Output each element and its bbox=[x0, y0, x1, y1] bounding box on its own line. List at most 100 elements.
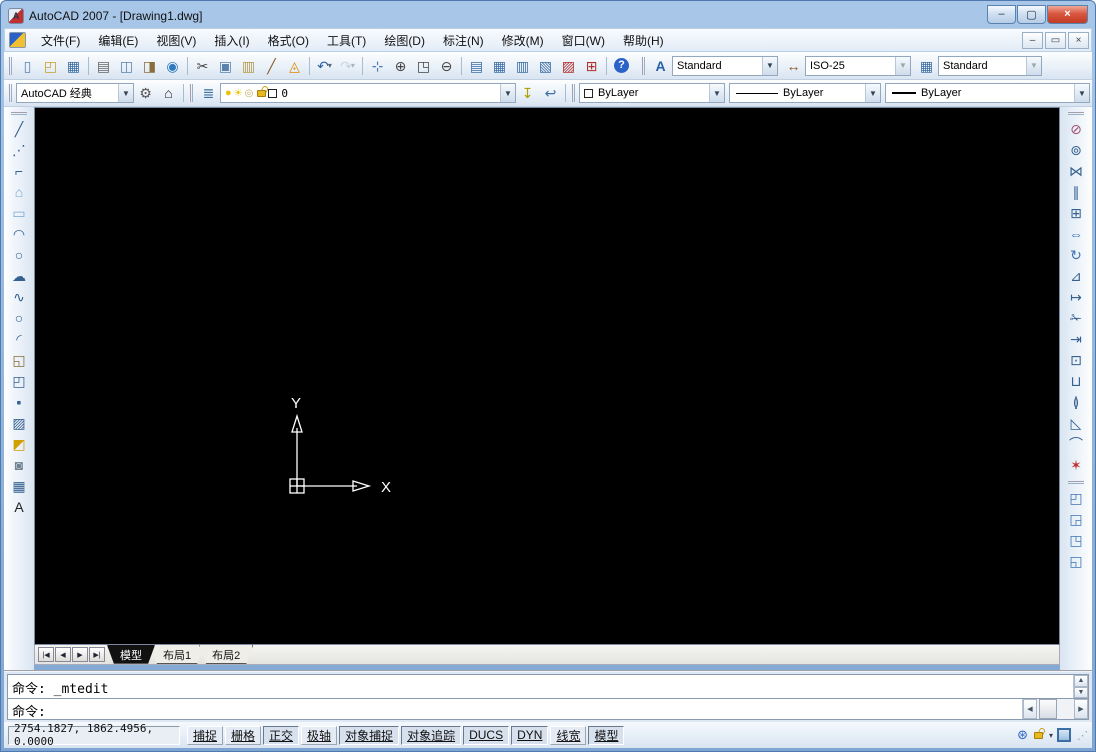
polygon-button[interactable]: ⌂ bbox=[8, 181, 30, 202]
array-button[interactable]: ⊞ bbox=[1065, 202, 1087, 223]
tab-next-button[interactable]: ▶ bbox=[72, 647, 88, 662]
color-combo[interactable]: ByLayer ▼ bbox=[579, 83, 725, 103]
toolbar-grip[interactable] bbox=[189, 84, 193, 102]
scale-button[interactable]: ⊿ bbox=[1065, 265, 1087, 286]
text-style-button[interactable]: A bbox=[649, 55, 672, 77]
polyline-button[interactable]: ⌐ bbox=[8, 160, 30, 181]
menu-help[interactable]: 帮助(H) bbox=[614, 31, 673, 51]
layer-on-icon[interactable]: ● bbox=[225, 87, 232, 99]
tab-prev-button[interactable]: ◀ bbox=[55, 647, 71, 662]
mdi-restore-button[interactable]: ▭ bbox=[1045, 32, 1066, 49]
circle-button[interactable]: ○ bbox=[8, 244, 30, 265]
scroll-up-icon[interactable]: ▲ bbox=[1074, 675, 1088, 687]
tab-first-button[interactable]: |◀ bbox=[38, 647, 54, 662]
tab-layout1[interactable]: 布局1 bbox=[150, 645, 204, 664]
command-input[interactable]: 命令: ◀ ▶ bbox=[7, 699, 1089, 720]
revision-cloud-button[interactable]: ☁ bbox=[8, 265, 30, 286]
toggle-ducs[interactable]: DUCS bbox=[463, 726, 509, 745]
text-style-dropdown-icon[interactable]: ▼ bbox=[762, 57, 777, 75]
drawing-canvas[interactable]: Y X bbox=[34, 107, 1060, 645]
chamfer-button[interactable]: ◺ bbox=[1065, 412, 1087, 433]
mdi-close-button[interactable]: × bbox=[1068, 32, 1089, 49]
bring-to-front-button[interactable]: ◰ bbox=[1065, 487, 1087, 508]
table-style-combo[interactable]: Standard ▼ bbox=[938, 56, 1042, 76]
table-style-dropdown-icon[interactable]: ▼ bbox=[1026, 57, 1041, 75]
workspace-dropdown-icon[interactable]: ▼ bbox=[118, 84, 133, 102]
linetype-dropdown-icon[interactable]: ▼ bbox=[865, 84, 880, 102]
toggle-lineweight[interactable]: 线宽 bbox=[550, 726, 586, 745]
tray-dropdown-icon[interactable]: ▾ bbox=[1049, 731, 1053, 740]
break-at-point-button[interactable]: ⊡ bbox=[1065, 349, 1087, 370]
make-block-button[interactable]: ◰ bbox=[8, 370, 30, 391]
zoom-previous-button[interactable]: ⊖ bbox=[435, 55, 458, 77]
layer-freeze-icon[interactable]: ☀ bbox=[234, 88, 243, 99]
menu-file[interactable]: 文件(F) bbox=[32, 31, 89, 51]
redo-button[interactable]: ↷▾ bbox=[336, 55, 359, 77]
save-button[interactable]: ▦ bbox=[62, 55, 85, 77]
send-to-back-button[interactable]: ◲ bbox=[1065, 508, 1087, 529]
3d-dwf-button[interactable]: ◉ bbox=[161, 55, 184, 77]
menu-tools[interactable]: 工具(T) bbox=[318, 31, 375, 51]
open-file-button[interactable]: ◰ bbox=[39, 55, 62, 77]
undo-button[interactable]: ↶▾ bbox=[313, 55, 336, 77]
table-button[interactable]: ▦ bbox=[8, 475, 30, 496]
toolbar-grip[interactable] bbox=[1068, 480, 1084, 484]
gradient-button[interactable]: ◩ bbox=[8, 433, 30, 454]
command-history[interactable]: 命令: _mtedit ▲ ▼ bbox=[7, 674, 1089, 699]
toggle-grid[interactable]: 栅格 bbox=[225, 726, 261, 745]
menu-modify[interactable]: 修改(M) bbox=[493, 31, 553, 51]
toggle-otrack[interactable]: 对象追踪 bbox=[401, 726, 461, 745]
make-object-layer-current-button[interactable]: ↧ bbox=[516, 82, 539, 104]
workspace-combo[interactable]: AutoCAD 经典 ▼ bbox=[16, 83, 134, 103]
send-under-objects-button[interactable]: ◱ bbox=[1065, 550, 1087, 571]
line-button[interactable]: ╱ bbox=[8, 118, 30, 139]
coordinates-display[interactable]: 2754.1827, 1862.4956, 0.0000 bbox=[8, 726, 180, 745]
text-style-combo[interactable]: Standard ▼ bbox=[672, 56, 778, 76]
toolbar-unlock-icon[interactable] bbox=[1034, 732, 1043, 739]
new-file-button[interactable]: ▯ bbox=[16, 55, 39, 77]
quickcalc-button[interactable]: ⊞ bbox=[580, 55, 603, 77]
lineweight-combo[interactable]: ByLayer ▼ bbox=[885, 83, 1090, 103]
linetype-combo[interactable]: ByLayer ▼ bbox=[729, 83, 881, 103]
paste-button[interactable]: ▥ bbox=[237, 55, 260, 77]
zoom-realtime-button[interactable]: ⊕ bbox=[389, 55, 412, 77]
copy-object-button[interactable]: ⊚ bbox=[1065, 139, 1087, 160]
toolbar-grip[interactable] bbox=[1068, 111, 1084, 115]
app-icon[interactable]: A bbox=[8, 8, 24, 24]
plot-preview-button[interactable]: ◫ bbox=[115, 55, 138, 77]
markup-set-manager-button[interactable]: ▨ bbox=[557, 55, 580, 77]
menu-dimension[interactable]: 标注(N) bbox=[434, 31, 493, 51]
stretch-button[interactable]: ↦ bbox=[1065, 286, 1087, 307]
tab-last-button[interactable]: ▶| bbox=[89, 647, 105, 662]
match-properties-button[interactable]: ╱ bbox=[260, 55, 283, 77]
menu-window[interactable]: 窗口(W) bbox=[553, 31, 614, 51]
pan-button[interactable]: ⊹ bbox=[366, 55, 389, 77]
trim-button[interactable]: ✁ bbox=[1065, 307, 1087, 328]
help-button[interactable]: ? bbox=[610, 55, 633, 77]
table-style-button[interactable]: ▦ bbox=[915, 55, 938, 77]
toolbar-grip[interactable] bbox=[571, 84, 575, 102]
insert-block-button[interactable]: ◱ bbox=[8, 349, 30, 370]
hatch-button[interactable]: ▨ bbox=[8, 412, 30, 433]
scroll-left-icon[interactable]: ◀ bbox=[1023, 699, 1037, 719]
mirror-button[interactable]: ⋈ bbox=[1065, 160, 1087, 181]
bring-above-objects-button[interactable]: ◳ bbox=[1065, 529, 1087, 550]
rectangle-button[interactable]: ▭ bbox=[8, 202, 30, 223]
ellipse-button[interactable]: ○ bbox=[8, 307, 30, 328]
maximize-button[interactable]: ▢ bbox=[1017, 5, 1046, 24]
toggle-osnap[interactable]: 对象捕捉 bbox=[339, 726, 399, 745]
layer-lock-icon[interactable] bbox=[257, 90, 266, 97]
tab-layout2[interactable]: 布局2 bbox=[199, 645, 253, 664]
undo-dropdown-icon[interactable]: ▾ bbox=[328, 61, 332, 70]
toolbar-grip[interactable] bbox=[641, 57, 645, 75]
dim-style-dropdown-icon[interactable]: ▼ bbox=[895, 57, 910, 75]
layer-color-swatch[interactable] bbox=[268, 89, 277, 98]
layer-combo[interactable]: ● ☀ ◎ 0 ▼ bbox=[220, 83, 516, 103]
join-button[interactable]: ≬ bbox=[1065, 391, 1087, 412]
clean-screen-button[interactable] bbox=[1057, 728, 1071, 742]
extend-button[interactable]: ⇥ bbox=[1065, 328, 1087, 349]
publish-button[interactable]: ◨ bbox=[138, 55, 161, 77]
rotate-button[interactable]: ↻ bbox=[1065, 244, 1087, 265]
lineweight-dropdown-icon[interactable]: ▼ bbox=[1074, 84, 1089, 102]
dim-style-button[interactable]: ↔ bbox=[782, 55, 805, 77]
